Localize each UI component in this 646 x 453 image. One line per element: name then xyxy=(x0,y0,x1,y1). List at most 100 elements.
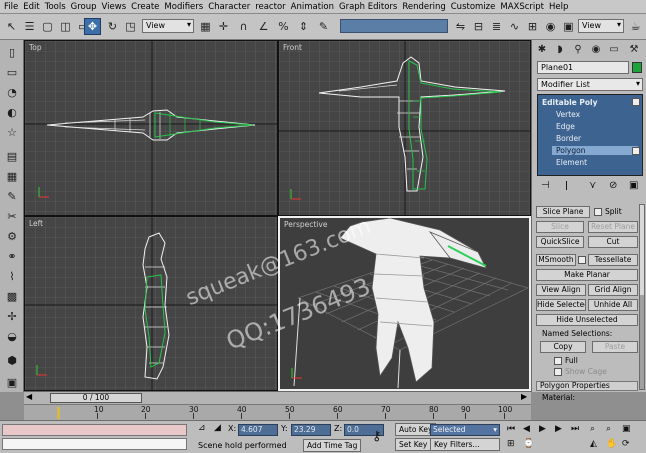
menu-help[interactable]: Help xyxy=(549,2,568,12)
menu-animation[interactable]: Animation xyxy=(291,2,334,12)
viewport-top-label[interactable]: Top xyxy=(29,43,42,52)
select-scale-icon[interactable]: ◳ xyxy=(122,18,139,35)
field-of-view-icon[interactable]: ◭ xyxy=(590,439,597,449)
select-move-icon[interactable]: ✥ xyxy=(84,18,101,35)
show-cage-checkbox[interactable] xyxy=(554,368,562,376)
lock-selection-icon[interactable]: ⊿ xyxy=(198,423,206,433)
select-region-icon[interactable]: ▢ xyxy=(39,18,56,35)
teapot-icon[interactable]: ◒ xyxy=(4,328,20,344)
geometry-icon[interactable]: ▯ xyxy=(4,44,20,60)
brush-icon[interactable]: ✎ xyxy=(4,188,20,204)
menu-tools[interactable]: Tools xyxy=(45,2,66,12)
next-frame-icon[interactable]: ▶ xyxy=(555,424,562,434)
align-icon[interactable]: ⊟ xyxy=(470,18,487,35)
menu-views[interactable]: Views xyxy=(102,2,127,12)
menu-rendering[interactable]: Rendering xyxy=(402,2,445,12)
make-planar-button[interactable]: Make Planar xyxy=(536,269,638,281)
slice-plane-button[interactable]: Slice Plane xyxy=(536,206,590,218)
zoom-icon[interactable]: ⌕ xyxy=(590,424,595,434)
y-coordinate-field[interactable]: 23.29 xyxy=(291,424,331,436)
menu-edit[interactable]: Edit xyxy=(23,2,39,12)
object-color-swatch[interactable] xyxy=(632,62,642,73)
arc-rotate-icon[interactable]: ⟳ xyxy=(622,439,630,449)
maxscript-listener-input[interactable] xyxy=(2,438,187,450)
viewport-front-label[interactable]: Front xyxy=(283,43,302,52)
reference-coordinate-dropdown[interactable]: View xyxy=(142,19,194,33)
select-manipulate-icon[interactable]: ✛ xyxy=(215,18,232,35)
zoom-all-icon[interactable]: ⌕ xyxy=(606,424,611,434)
menu-character[interactable]: Character xyxy=(208,2,250,12)
hierarchy-tab-icon[interactable]: ⚲ xyxy=(571,42,585,56)
named-selection-set-field[interactable] xyxy=(340,19,448,33)
menu-file[interactable]: File xyxy=(4,2,18,12)
constraint-icon[interactable]: ✢ xyxy=(4,308,20,324)
unhide-all-button[interactable]: Unhide All xyxy=(588,299,638,311)
stack-toggle-checkbox[interactable] xyxy=(632,98,640,106)
grid-align-button[interactable]: Grid Align xyxy=(588,284,638,296)
select-by-name-icon[interactable]: ☰ xyxy=(21,18,38,35)
select-rotate-icon[interactable]: ↻ xyxy=(104,18,121,35)
time-slider-thumb[interactable]: 0 / 100 xyxy=(50,393,142,403)
curve-editor-icon[interactable]: ∿ xyxy=(506,18,523,35)
go-to-start-icon[interactable]: ⏮ xyxy=(507,424,515,434)
quickslice-button[interactable]: QuickSlice xyxy=(536,236,584,248)
material-editor-icon[interactable]: ◉ xyxy=(542,18,559,35)
key-mode-dropdown[interactable]: Selected xyxy=(430,424,500,436)
time-next-icon[interactable]: ▶ xyxy=(521,392,527,401)
viewport-top[interactable]: Top xyxy=(24,40,278,216)
remove-modifier-icon[interactable]: ⊘ xyxy=(609,180,617,191)
stack-polygon-checkbox[interactable] xyxy=(632,147,640,155)
modify-tab-icon[interactable]: ◗ xyxy=(553,42,567,56)
pin-stack-icon[interactable]: ⊣ xyxy=(541,180,550,191)
star-icon[interactable]: ☆ xyxy=(4,124,20,140)
paste-button[interactable]: Paste xyxy=(592,341,638,353)
stack-item-editable-poly[interactable]: Editable Poly xyxy=(542,98,597,107)
slice-button[interactable]: Slice xyxy=(536,221,584,233)
window-crossing-icon[interactable]: ◫ xyxy=(57,18,74,35)
polygon-properties-header[interactable]: Polygon Properties xyxy=(536,381,638,391)
hide-selected-button[interactable]: Hide Selected xyxy=(536,299,586,311)
render-type-dropdown[interactable]: View xyxy=(578,19,624,33)
modifier-list-dropdown[interactable]: Modifier List xyxy=(537,78,643,91)
spinner-snap-icon[interactable]: ⇕ xyxy=(295,18,312,35)
helper-icon[interactable]: ⚙ xyxy=(4,228,20,244)
time-config-icon[interactable]: ⌚ xyxy=(523,439,534,449)
snaps-toggle-icon[interactable]: ∩ xyxy=(235,18,252,35)
time-slider[interactable]: ◀ 0 / 100 ▶ xyxy=(24,391,531,404)
mirror-icon[interactable]: ⇋ xyxy=(452,18,469,35)
shape-icon[interactable]: ◔ xyxy=(4,84,20,100)
scrollbar-thumb[interactable] xyxy=(640,205,644,295)
time-prev-icon[interactable]: ◀ xyxy=(26,392,32,401)
configure-sets-icon[interactable]: ▣ xyxy=(629,180,638,191)
viewport-perspective[interactable]: Perspective xyxy=(278,216,531,391)
previous-frame-icon[interactable]: ◀ xyxy=(523,424,530,434)
show-end-result-icon[interactable]: ǀ xyxy=(565,180,568,191)
render-scene-icon[interactable]: ▣ xyxy=(560,18,577,35)
percent-snap-icon[interactable]: % xyxy=(275,18,292,35)
layer-manager-icon[interactable]: ≣ xyxy=(488,18,505,35)
wrench-icon[interactable]: ✂ xyxy=(4,208,20,224)
cut-button[interactable]: Cut xyxy=(588,236,638,248)
zoom-extents-icon[interactable]: ▣ xyxy=(622,424,631,434)
viewport-front[interactable]: Front xyxy=(278,40,531,216)
stack-item-polygon[interactable]: Polygon xyxy=(552,146,638,155)
stack-item-border[interactable]: Border xyxy=(556,134,581,143)
angle-snap-icon[interactable]: ∠ xyxy=(255,18,272,35)
object-name-field[interactable]: Plane01 xyxy=(537,61,629,74)
command-panel-scrollbar[interactable] xyxy=(639,204,645,390)
use-pivot-center-icon[interactable]: ▦ xyxy=(197,18,214,35)
key-filters-button[interactable]: Key Filters... xyxy=(430,438,500,451)
maxscript-listener-output[interactable] xyxy=(2,424,187,436)
select-object-icon[interactable]: ↖ xyxy=(3,18,20,35)
modifier-icon[interactable]: ⬢ xyxy=(4,352,20,368)
viewport-left-label[interactable]: Left xyxy=(29,219,43,228)
camera-icon[interactable]: ◐ xyxy=(4,104,20,120)
play-icon[interactable]: ▶ xyxy=(539,424,546,434)
stack-item-vertex[interactable]: Vertex xyxy=(556,110,580,119)
reset-plane-button[interactable]: Reset Plane xyxy=(588,221,638,233)
menu-reactor[interactable]: reactor xyxy=(255,2,285,12)
set-key-button[interactable]: Set Key xyxy=(395,438,432,451)
menu-customize[interactable]: Customize xyxy=(451,2,496,12)
compound-icon[interactable]: ▤ xyxy=(4,148,20,164)
msmooth-settings-checkbox[interactable] xyxy=(578,256,586,264)
